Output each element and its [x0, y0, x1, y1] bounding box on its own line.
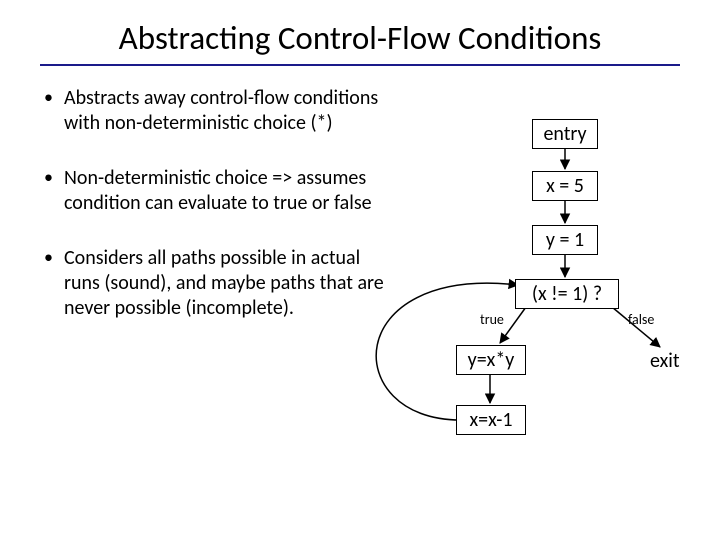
node-y-assign: y = 1 [532, 225, 598, 255]
bullet-item: Abstracts away control-flow conditions w… [40, 86, 400, 136]
node-exit: exit [650, 349, 680, 373]
node-condition: (x != 1) ? [515, 279, 619, 309]
title-underline [40, 64, 680, 66]
slide-title: Abstracting Control-Flow Conditions [40, 18, 680, 58]
node-x-assign: x = 5 [532, 171, 598, 201]
bullet-list: Abstracts away control-flow conditions w… [40, 86, 400, 321]
node-y-mul: y=x*y [456, 345, 526, 375]
node-entry: entry [532, 119, 598, 149]
flowchart: entry x = 5 y = 1 (x != 1) ? true false … [400, 115, 710, 515]
bullet-item: Considers all paths possible in actual r… [40, 246, 400, 321]
label-true: true [480, 311, 504, 328]
bullet-item: Non-deterministic choice => assumes cond… [40, 166, 400, 216]
node-x-dec: x=x-1 [456, 405, 526, 435]
label-false: false [628, 311, 654, 328]
